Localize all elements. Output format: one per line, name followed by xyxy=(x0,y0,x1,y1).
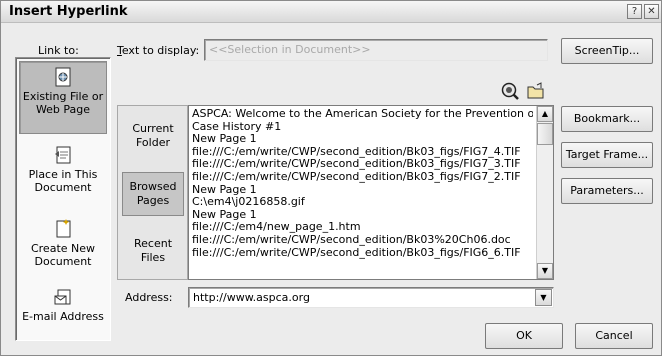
sidebar-item-create-line2: Document xyxy=(34,255,92,268)
web-page-icon xyxy=(20,66,106,88)
list-item[interactable]: Case History #1 xyxy=(191,121,533,134)
list-item[interactable]: New Page 1 xyxy=(191,209,533,222)
parameters-button[interactable]: Parameters... xyxy=(561,178,653,204)
email-icon xyxy=(19,286,107,308)
text-to-display-label-rest: ext to display: xyxy=(121,44,200,57)
current-folder-line2: Folder xyxy=(136,136,170,149)
history-list-items: ASPCA: Welcome to the American Society f… xyxy=(191,108,533,278)
sidebar-item-create-line1: Create New xyxy=(30,242,96,255)
sidebar-item-existing-file-line2: Web Page xyxy=(35,103,91,116)
sidebar-item-email-label: E-mail Address xyxy=(22,310,104,323)
list-item[interactable]: New Page 1 xyxy=(191,184,533,197)
browsed-pages-line1: Browsed xyxy=(129,180,177,193)
list-item[interactable]: file:///C:/em/write/CWP/second_edition/B… xyxy=(191,146,533,159)
list-item[interactable]: C:\em4\j0216858.gif xyxy=(191,196,533,209)
list-item[interactable]: New Page 1 xyxy=(191,133,533,146)
recent-files-line2: Files xyxy=(140,251,166,264)
recent-files-line1: Recent xyxy=(133,237,173,250)
list-item[interactable]: file:///C:/em/write/CWP/second_edition/B… xyxy=(191,234,533,247)
cancel-button[interactable]: Cancel xyxy=(575,323,653,349)
sidebar-item-email-address[interactable]: E-mail Address xyxy=(19,286,107,338)
list-item[interactable]: file:///C:/em/write/CWP/second_edition/B… xyxy=(191,247,533,260)
scroll-down-icon[interactable]: ▼ xyxy=(537,263,553,279)
address-label: Address: xyxy=(125,291,173,304)
link-to-label: Link to: xyxy=(38,44,79,57)
sidebar-item-create-new-document[interactable]: Create New Document xyxy=(19,218,107,278)
list-item[interactable]: ASPCA: Welcome to the American Society f… xyxy=(191,108,533,121)
sidebar-item-place-line2: Document xyxy=(34,181,92,194)
sidebar-item-existing-file-line1: Existing File or xyxy=(22,90,104,103)
look-in-panel: Current Folder Browsed Pages Recent File… xyxy=(117,105,188,280)
title-bar: Insert Hyperlink ? ✕ xyxy=(1,1,661,23)
address-field[interactable]: http://www.aspca.org ▼ xyxy=(188,287,554,308)
close-button[interactable]: ✕ xyxy=(644,4,659,19)
new-document-icon xyxy=(19,218,107,240)
text-to-display-field[interactable]: <<Selection in Document>> xyxy=(204,39,548,61)
insert-hyperlink-dialog: Insert Hyperlink ? ✕ Link to: Text to di… xyxy=(0,0,662,356)
bookmark-button[interactable]: Bookmark... xyxy=(561,106,653,132)
help-button[interactable]: ? xyxy=(627,4,642,19)
target-frame-button[interactable]: Target Frame... xyxy=(561,142,653,168)
sidebar-item-place-line1: Place in This xyxy=(28,168,98,181)
text-to-display-value: <<Selection in Document>> xyxy=(209,43,371,56)
browsed-pages-line2: Pages xyxy=(136,194,170,207)
address-dropdown-icon[interactable]: ▼ xyxy=(535,289,552,306)
list-item[interactable]: file:///C:/em/write/CWP/second_edition/B… xyxy=(191,158,533,171)
list-scrollbar[interactable]: ▲ ▼ xyxy=(536,106,553,279)
browse-file-icon[interactable] xyxy=(526,81,546,101)
browsed-pages-list[interactable]: ASPCA: Welcome to the American Society f… xyxy=(188,105,554,280)
browsed-pages-button[interactable]: Browsed Pages xyxy=(122,172,184,216)
link-to-sidebar: Existing File or Web Page Place in This … xyxy=(15,57,111,341)
text-to-display-label: Text to display: xyxy=(117,44,200,57)
ok-button[interactable]: OK xyxy=(485,323,563,349)
screentip-button[interactable]: ScreenTip... xyxy=(561,38,653,64)
current-folder-line1: Current xyxy=(132,122,174,135)
scroll-up-icon[interactable]: ▲ xyxy=(537,106,553,122)
scroll-thumb[interactable] xyxy=(537,123,553,145)
search-web-icon[interactable] xyxy=(500,81,520,101)
recent-files-button[interactable]: Recent Files xyxy=(122,237,184,269)
sidebar-item-place-in-document[interactable]: Place in This Document xyxy=(19,144,107,204)
dialog-title: Insert Hyperlink xyxy=(9,4,128,19)
place-in-document-icon xyxy=(19,144,107,166)
list-item[interactable]: file:///C:/em/write/CWP/second_edition/B… xyxy=(191,171,533,184)
current-folder-button[interactable]: Current Folder xyxy=(122,122,184,154)
address-value: http://www.aspca.org xyxy=(193,291,310,304)
sidebar-item-existing-file[interactable]: Existing File or Web Page xyxy=(19,61,107,134)
list-item[interactable]: file:///C:/em4/new_page_1.htm xyxy=(191,221,533,234)
